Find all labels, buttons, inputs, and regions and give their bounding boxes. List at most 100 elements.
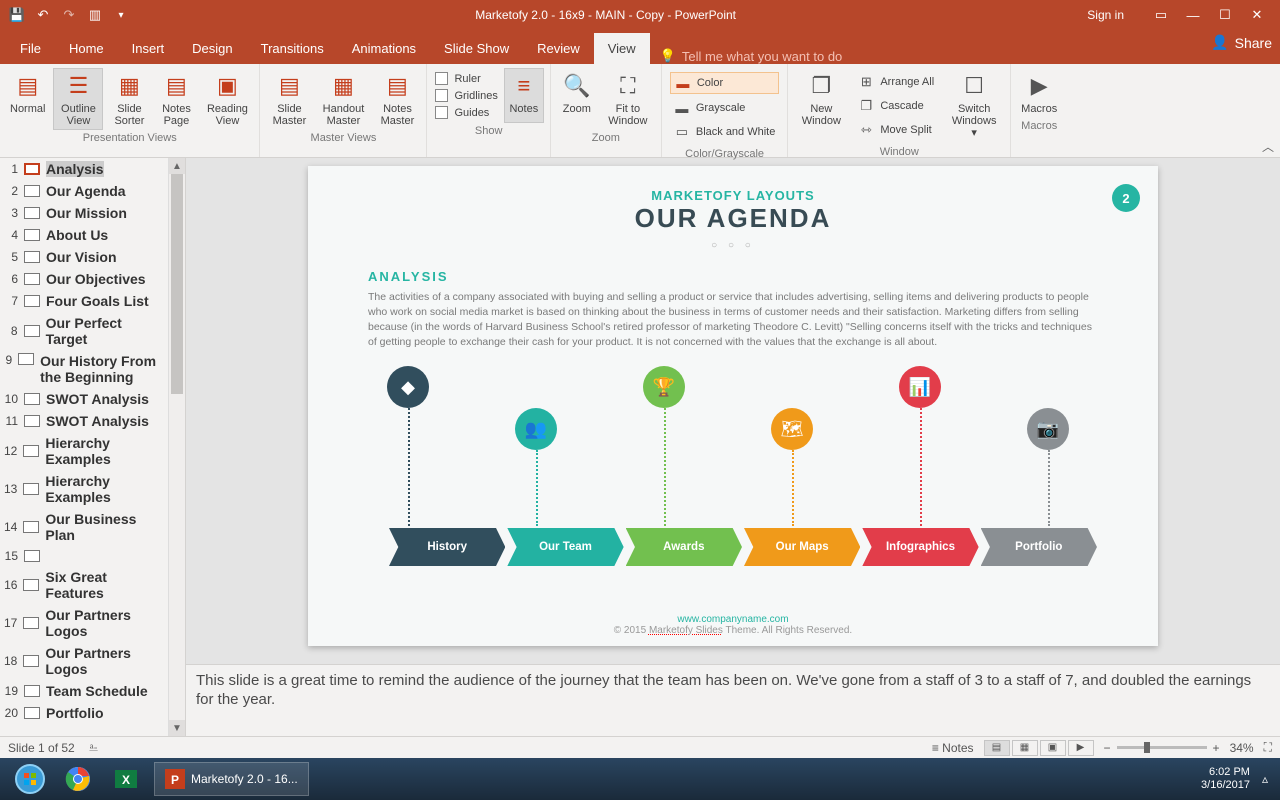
outline-list[interactable]: 1Analysis2Our Agenda3Our Mission4About U… <box>0 158 168 736</box>
color-button[interactable]: ▬Color <box>670 72 779 94</box>
bw-button[interactable]: ▭Black and White <box>670 122 779 142</box>
outline-item[interactable]: 10SWOT Analysis <box>0 388 168 410</box>
new-window-button[interactable]: ❐New Window <box>794 68 848 144</box>
outline-item[interactable]: 11SWOT Analysis <box>0 410 168 432</box>
excel-icon[interactable]: X <box>102 761 150 797</box>
outline-item[interactable]: 3Our Mission <box>0 202 168 224</box>
outline-item[interactable]: 19Team Schedule <box>0 680 168 702</box>
outline-scrollbar[interactable]: ▲ ▼ <box>168 158 185 736</box>
slideshow-view-icon[interactable]: ▶ <box>1068 740 1094 756</box>
outline-item[interactable]: 5Our Vision <box>0 246 168 268</box>
notes-page-button[interactable]: ▤Notes Page <box>155 68 197 130</box>
outline-item[interactable]: 20Portfolio <box>0 702 168 724</box>
guides-checkbox[interactable]: Guides <box>435 106 497 119</box>
qat-customize-icon[interactable]: ▾ <box>112 6 130 24</box>
outline-view-button[interactable]: ☰Outline View <box>53 68 103 130</box>
tab-design[interactable]: Design <box>178 33 246 64</box>
tab-view[interactable]: View <box>594 33 650 64</box>
ruler-checkbox[interactable]: Ruler <box>435 72 497 85</box>
reading-view-button[interactable]: ▣Reading View <box>201 68 253 130</box>
normal-view-button[interactable]: ▤Normal <box>6 68 49 130</box>
outline-item[interactable]: 15 <box>0 546 168 566</box>
scroll-down-icon[interactable]: ▼ <box>169 720 185 736</box>
share-label: Share <box>1235 35 1272 51</box>
outline-item[interactable]: 8Our Perfect Target <box>0 312 168 350</box>
handout-master-button[interactable]: ▦Handout Master <box>316 68 370 130</box>
fit-window-button[interactable]: ⛶Fit to Window <box>601 68 655 130</box>
outline-item[interactable]: 12Hierarchy Examples <box>0 432 168 470</box>
tab-review[interactable]: Review <box>523 33 594 64</box>
titlebar: 💾 ↶ ↷ ▥ ▾ Marketofy 2.0 - 16x9 - MAIN - … <box>0 0 1280 30</box>
ribbon-display-icon[interactable]: ▭ <box>1152 6 1170 24</box>
tab-animations[interactable]: Animations <box>338 33 430 64</box>
fit-window-icon[interactable]: ⛶ <box>1264 740 1272 755</box>
system-tray[interactable]: 6:02 PM 3/16/2017 <box>1195 766 1256 792</box>
outline-item[interactable]: 13Hierarchy Examples <box>0 470 168 508</box>
outline-item[interactable]: 16Six Great Features <box>0 566 168 604</box>
undo-icon[interactable]: ↶ <box>34 6 52 24</box>
switch-windows-button[interactable]: ☐Switch Windows ▾ <box>944 68 1004 144</box>
maximize-icon[interactable]: ☐ <box>1216 6 1234 24</box>
window-title: Marketofy 2.0 - 16x9 - MAIN - Copy - Pow… <box>138 8 1073 22</box>
step-chevron: Awards <box>626 528 742 566</box>
outline-item[interactable]: 9Our History From the Beginning <box>0 350 168 388</box>
slide-master-button[interactable]: ▤Slide Master <box>266 68 312 130</box>
zoom-in-icon[interactable]: + <box>1213 741 1220 755</box>
tell-me[interactable]: 💡 Tell me what you want to do <box>650 48 853 64</box>
redo-icon[interactable]: ↷ <box>60 6 78 24</box>
notes-toggle[interactable]: ≡ Notes <box>932 741 974 755</box>
reading-view-icon[interactable]: ▣ <box>1040 740 1066 756</box>
outline-item[interactable]: 14Our Business Plan <box>0 508 168 546</box>
cascade-button[interactable]: ❐Cascade <box>854 96 938 116</box>
slide-sorter-button[interactable]: ▦Slide Sorter <box>107 68 151 130</box>
outline-item[interactable]: 2Our Agenda <box>0 180 168 202</box>
normal-view-icon[interactable]: ▤ <box>984 740 1010 756</box>
tab-transitions[interactable]: Transitions <box>247 33 338 64</box>
macros-button[interactable]: ▶Macros <box>1017 68 1061 118</box>
sign-in-link[interactable]: Sign in <box>1073 8 1138 22</box>
tab-slide-show[interactable]: Slide Show <box>430 33 523 64</box>
step-chevron: Infographics <box>862 528 978 566</box>
zoom-out-icon[interactable]: − <box>1104 741 1111 755</box>
close-icon[interactable]: ✕ <box>1248 6 1266 24</box>
chrome-icon[interactable] <box>54 761 102 797</box>
group-show: Ruler Gridlines Guides ≡Notes Show <box>427 64 550 157</box>
taskbar-app-label: Marketofy 2.0 - 16... <box>191 772 298 786</box>
scroll-up-icon[interactable]: ▲ <box>169 158 185 174</box>
group-window: ❐New Window ⊞Arrange All ❐Cascade ⇿Move … <box>788 64 1011 157</box>
slide-canvas[interactable]: 2 MARKETOFY LAYOUTS OUR AGENDA ○ ○ ○ ANA… <box>186 158 1280 664</box>
zoom-level[interactable]: 34% <box>1230 741 1254 755</box>
show-desktop-icon[interactable]: ▵ <box>1256 772 1274 786</box>
minimize-icon[interactable]: — <box>1184 6 1202 24</box>
taskbar-app-powerpoint[interactable]: P Marketofy 2.0 - 16... <box>154 762 309 796</box>
tab-file[interactable]: File <box>6 33 55 64</box>
clock-time: 6:02 PM <box>1201 766 1250 779</box>
svg-text:X: X <box>122 773 130 787</box>
step-circle: 📷 <box>1027 408 1069 450</box>
gridlines-checkbox[interactable]: Gridlines <box>435 89 497 102</box>
grayscale-button[interactable]: ▬Grayscale <box>670 98 779 118</box>
outline-item[interactable]: 17Our Partners Logos <box>0 604 168 642</box>
start-from-beginning-icon[interactable]: ▥ <box>86 6 104 24</box>
tab-insert[interactable]: Insert <box>118 33 179 64</box>
start-button[interactable] <box>6 761 54 797</box>
share-button[interactable]: 👤 Share <box>1211 34 1272 51</box>
move-split-button[interactable]: ⇿Move Split <box>854 120 938 140</box>
collapse-ribbon-icon[interactable]: ︿ <box>1262 138 1274 155</box>
notes-button[interactable]: ≡Notes <box>504 68 544 123</box>
zoom-slider[interactable]: − + <box>1104 741 1220 755</box>
notes-master-button[interactable]: ▤Notes Master <box>374 68 420 130</box>
notes-pane[interactable]: This slide is a great time to remind the… <box>186 664 1280 736</box>
tab-home[interactable]: Home <box>55 33 118 64</box>
outline-item[interactable]: 18Our Partners Logos <box>0 642 168 680</box>
outline-item[interactable]: 1Analysis <box>0 158 168 180</box>
clock-date: 3/16/2017 <box>1201 779 1250 792</box>
save-icon[interactable]: 💾 <box>8 6 26 24</box>
outline-item[interactable]: 4About Us <box>0 224 168 246</box>
outline-item[interactable]: 7Four Goals List <box>0 290 168 312</box>
sorter-view-icon[interactable]: ▦ <box>1012 740 1038 756</box>
zoom-button[interactable]: 🔍Zoom <box>557 68 597 130</box>
outline-item[interactable]: 6Our Objectives <box>0 268 168 290</box>
spell-check-icon[interactable]: ⎁ <box>89 740 99 755</box>
arrange-all-button[interactable]: ⊞Arrange All <box>854 72 938 92</box>
